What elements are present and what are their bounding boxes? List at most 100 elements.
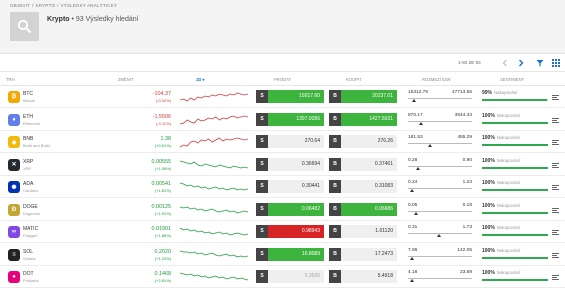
col-sentiment[interactable]: SENTIMENT — [500, 77, 524, 82]
sell-button[interactable]: S 1397.9286 — [256, 112, 324, 126]
row-menu-icon[interactable] — [552, 117, 559, 123]
table-row[interactable]: ♦ ETH Ethereum -1.5506 (-0.11%) S 1397.92… — [0, 109, 565, 131]
symbol[interactable]: SOL — [23, 249, 33, 255]
col-koupit[interactable]: KOUPIT — [346, 77, 362, 82]
change-value: 0.00125 — [151, 203, 172, 210]
range-high: 0.90 — [462, 157, 472, 163]
grid-icon — [552, 59, 560, 67]
range-marker-icon — [413, 211, 418, 215]
breadcrumb-item[interactable]: VÝSLEDKY ANALÝTICKÝ — [61, 3, 118, 8]
sentiment-bar — [482, 211, 548, 214]
row-menu-icon[interactable] — [552, 140, 559, 145]
breadcrumb-item[interactable]: OBJEVIT — [10, 3, 30, 8]
sell-price: 5.3590 — [304, 273, 320, 279]
next-page-button[interactable] — [516, 58, 526, 68]
coin-logo-icon: ◆ — [8, 136, 20, 148]
table-row[interactable]: ✕ XRP XRP 0.00555 (+1.56%) S 0.36694 B 0.3… — [0, 154, 565, 176]
buy-button[interactable]: B 20237.01 — [329, 90, 397, 103]
change-value: 0.00555 — [151, 158, 172, 165]
row-menu-icon[interactable] — [552, 207, 559, 213]
change-value: -104.37 — [152, 91, 171, 97]
sell-button[interactable]: S 0.30441 — [256, 180, 324, 193]
sell-button[interactable]: S 16.8089 — [256, 247, 324, 261]
sell-button[interactable]: S 0.36694 — [256, 157, 324, 171]
col-period[interactable]: 1D ▾ — [196, 77, 205, 82]
range-track — [408, 255, 472, 257]
range-low: 0.28 — [408, 157, 418, 163]
col-rozmezi[interactable]: ROZMEZÍ 52W — [422, 77, 451, 82]
symbol[interactable]: ETH — [23, 114, 33, 120]
range-track — [408, 98, 472, 99]
sparkline-chart — [180, 272, 248, 281]
instrument-name: Polkadot — [23, 278, 39, 283]
symbol[interactable]: BTC — [23, 91, 33, 97]
search-button[interactable] — [10, 12, 39, 41]
row-menu-icon[interactable] — [552, 162, 559, 168]
sentiment-bar — [482, 121, 548, 124]
row-menu-icon[interactable] — [552, 252, 559, 258]
sell-button[interactable]: S 0.06482 — [256, 202, 324, 216]
pagination-label: 1-50 ZE 93 — [458, 60, 481, 65]
table-row[interactable]: ∞ MATIC Polygon 0.01901 (+1.88%) S 0.9894… — [0, 221, 565, 243]
symbol[interactable]: ADA — [23, 181, 33, 187]
buy-button[interactable]: B 0.37461 — [329, 157, 397, 171]
range-high: 142.05 — [457, 247, 472, 253]
buy-price: 0.31083 — [374, 183, 393, 189]
row-menu-icon[interactable] — [552, 95, 559, 100]
sell-tag: S — [256, 112, 268, 126]
range-track — [408, 143, 472, 144]
symbol[interactable]: DOT — [23, 271, 34, 277]
row-menu-icon[interactable] — [552, 230, 559, 235]
change-percent: (+1.88%) — [154, 233, 171, 238]
sell-button[interactable]: S 5.3590 — [256, 270, 324, 283]
sell-price: 0.36694 — [301, 160, 320, 167]
buy-button[interactable]: B 5.4918 — [329, 270, 397, 283]
buy-button[interactable]: B 0.06686 — [329, 202, 397, 216]
sentiment-percent: 100% — [482, 225, 495, 231]
table-row[interactable]: Ð DOGE Dogecoin 0.00125 (+1.91%) S 0.0648… — [0, 199, 565, 221]
col-prodat[interactable]: PRODAT — [274, 77, 291, 82]
sentiment: 100% Nakupování — [482, 135, 548, 146]
table-row[interactable]: ≡ SOL Solana 0.2020 (+1.22%) S 16.8089 B 1… — [0, 244, 565, 266]
buy-button[interactable]: B 0.31083 — [329, 180, 397, 193]
symbol[interactable]: DOGE — [23, 204, 38, 210]
col-zmenit[interactable]: ZMĚNIT — [118, 77, 134, 82]
sentiment-percent: 100% — [482, 270, 495, 276]
symbol[interactable]: BNB — [23, 136, 33, 142]
row-menu-icon[interactable] — [552, 185, 559, 190]
sentiment: 100% Nakupování — [482, 270, 548, 281]
buy-tag: B — [329, 247, 341, 261]
symbol[interactable]: XRP — [23, 159, 33, 165]
prev-page-button[interactable] — [500, 58, 510, 68]
breadcrumb-item[interactable]: KRYPTO — [36, 3, 56, 8]
grid-view-button[interactable] — [551, 58, 561, 68]
sentiment-fill — [482, 211, 548, 214]
range-marker-icon — [418, 121, 423, 125]
buy-button[interactable]: B 276.26 — [329, 135, 397, 148]
sentiment: 100% Nakupování — [482, 113, 548, 124]
range-marker-icon — [427, 144, 432, 147]
buy-button[interactable]: B 1427.5031 — [329, 112, 397, 126]
symbol[interactable]: MATIC — [23, 226, 38, 232]
sell-button[interactable]: S 19917.60 — [256, 90, 324, 103]
sparkline-series — [180, 206, 248, 213]
table-row[interactable]: ◆ BNB Build and Build 1.38 (+0.51%) S 270… — [0, 131, 565, 153]
search-icon — [17, 19, 32, 34]
row-menu-icon[interactable] — [552, 275, 559, 280]
buy-button[interactable]: B 17.2473 — [329, 247, 397, 261]
instrument-name: Solana — [23, 255, 36, 261]
range-high: 23.59 — [459, 270, 472, 275]
sell-button[interactable]: S 0.98943 — [256, 225, 324, 238]
chevron-left-icon — [502, 59, 507, 67]
col-trh[interactable]: TRH — [6, 77, 15, 82]
table-row[interactable]: ● DOT Polkadot 0.1468 (+2.81%) S 5.3590 B… — [0, 266, 565, 288]
table-row[interactable]: ✺ ADA Cardano 0.00541 (+1.81%) S 0.30441 … — [0, 176, 565, 198]
sentiment-label: Nakupování — [494, 90, 518, 95]
sentiment-bar — [482, 99, 548, 101]
buy-button[interactable]: B 1.01120 — [329, 225, 397, 238]
table-row[interactable]: ₿ BTC Bitcoin -104.37 (-0.52%) S 19917.60… — [0, 86, 565, 108]
change-value: 0.1468 — [154, 271, 172, 277]
range-high: 455.29 — [457, 135, 472, 140]
sell-button[interactable]: S 270.64 — [256, 135, 324, 148]
filter-button[interactable] — [535, 58, 545, 68]
